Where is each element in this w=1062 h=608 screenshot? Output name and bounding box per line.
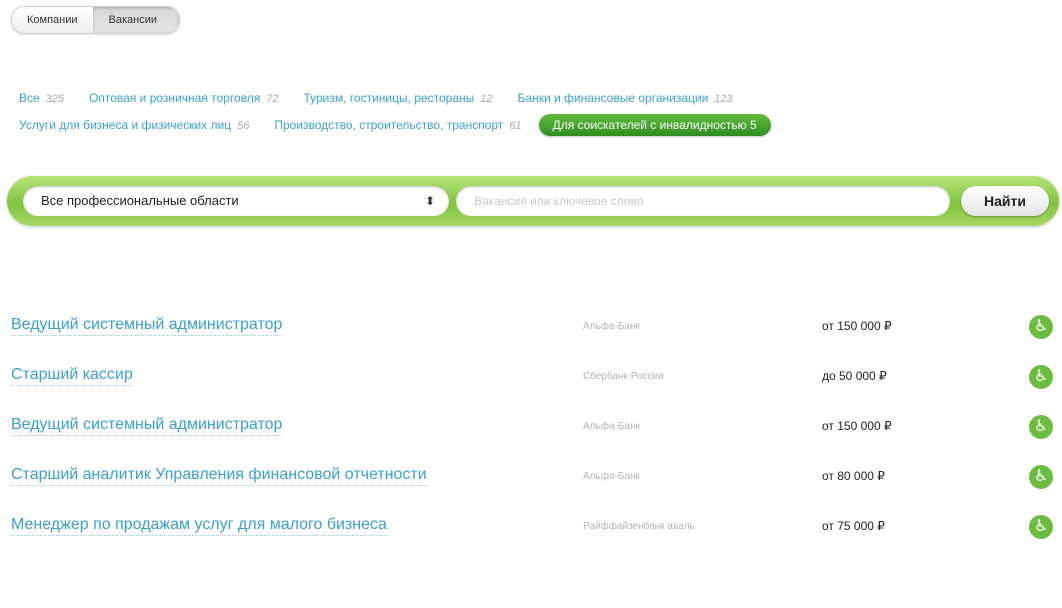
category-disability-pill[interactable]: Для соискателей с инвалидностью 5 xyxy=(538,114,771,136)
category-banks[interactable]: Банки и финансовые организации 123 xyxy=(518,91,733,105)
vacancy-company: Райффайзенбанк аваль xyxy=(583,521,695,532)
category-trade[interactable]: Оптовая и розничная торговля 72 xyxy=(89,91,278,105)
category-row-1: Все 325 Оптовая и розничная торговля 72 Ту… xyxy=(19,88,1039,108)
vacancy-title-link[interactable]: Старший аналитик Управления финансовой о… xyxy=(11,466,427,486)
wheelchair-icon[interactable]: ♿ xyxy=(1029,515,1053,539)
wheelchair-icon[interactable]: ♿ xyxy=(1029,315,1053,339)
wheelchair-icon[interactable]: ♿ xyxy=(1029,365,1053,389)
vacancy-salary: от 80 000 ₽ xyxy=(822,469,885,483)
vacancy-salary: от 150 000 ₽ xyxy=(822,419,892,433)
vacancy-salary: до 50 000 ₽ xyxy=(822,369,887,383)
updown-arrows-icon: ⬍ xyxy=(424,194,435,208)
toggle-vacancies[interactable]: Вакансии xyxy=(92,7,180,33)
vacancy-salary: от 75 000 ₽ xyxy=(822,519,885,533)
category-filters: Все 325 Оптовая и розничная торговля 72 Ту… xyxy=(19,88,1039,138)
vacancy-row: Старший аналитик Управления финансовой о… xyxy=(0,462,1062,512)
vacancy-title-link[interactable]: Менеджер по продажам услуг для малого би… xyxy=(11,516,387,536)
vacancy-list: Ведущий системный администратор Альфа-Ба… xyxy=(0,312,1062,562)
wheelchair-icon[interactable]: ♿ xyxy=(1029,465,1053,489)
vacancy-row: Ведущий системный администратор Альфа-Ба… xyxy=(0,412,1062,462)
category-count: 56 xyxy=(237,120,250,132)
vacancy-salary: от 150 000 ₽ xyxy=(822,319,892,333)
search-input[interactable] xyxy=(456,186,950,216)
find-button[interactable]: Найти xyxy=(961,186,1049,216)
category-tourism[interactable]: Туризм, гостиницы, рестораны 12 xyxy=(303,91,492,105)
toggle-companies[interactable]: Компании xyxy=(12,7,93,33)
category-label: Услуги для бизнеса и физических лиц xyxy=(19,118,232,132)
select-value: Все профессиональные области xyxy=(41,193,239,208)
profession-select[interactable]: Все профессиональные области ⬍ xyxy=(23,186,449,216)
category-label: Производство, строительство, транспорт xyxy=(274,118,504,132)
category-row-2: Услуги для бизнеса и физических лиц 56 Пр… xyxy=(19,112,1039,138)
vacancy-company: Альфа-Банк xyxy=(583,321,640,332)
category-production[interactable]: Производство, строительство, транспорт 61 xyxy=(274,118,521,132)
vacancy-title-link[interactable]: Старший кассир xyxy=(11,366,133,386)
vacancy-title-link[interactable]: Ведущий системный администратор xyxy=(11,416,283,436)
vacancy-title-link[interactable]: Ведущий системный администратор xyxy=(11,316,283,336)
category-count: 61 xyxy=(509,120,522,132)
vacancy-row: Менеджер по продажам услуг для малого би… xyxy=(0,512,1062,562)
category-count: 12 xyxy=(480,93,493,105)
vacancy-company: Альфа-Банк xyxy=(583,471,640,482)
search-bar: Все профессиональные области ⬍ Найти xyxy=(7,176,1059,226)
wheelchair-icon[interactable]: ♿ xyxy=(1029,415,1053,439)
category-all[interactable]: Все 325 xyxy=(19,91,64,105)
vacancy-row: Старший кассир Сбербанк России до 50 000… xyxy=(0,362,1062,412)
vacancy-row: Ведущий системный администратор Альфа-Ба… xyxy=(0,312,1062,362)
vacancy-company: Альфа-Банк xyxy=(583,421,640,432)
category-label: Все xyxy=(19,91,40,105)
category-label: Оптовая и розничная торговля xyxy=(89,91,261,105)
category-count: 72 xyxy=(266,93,279,105)
category-count: 123 xyxy=(714,93,733,105)
category-count: 325 xyxy=(45,93,65,105)
category-label: Банки и финансовые организации xyxy=(517,91,709,105)
view-toggle: Компании Вакансии xyxy=(11,6,181,34)
category-business-services[interactable]: Услуги для бизнеса и физических лиц 56 xyxy=(19,118,249,132)
vacancy-company: Сбербанк России xyxy=(583,371,664,382)
category-label: Туризм, гостиницы, рестораны xyxy=(303,91,475,105)
